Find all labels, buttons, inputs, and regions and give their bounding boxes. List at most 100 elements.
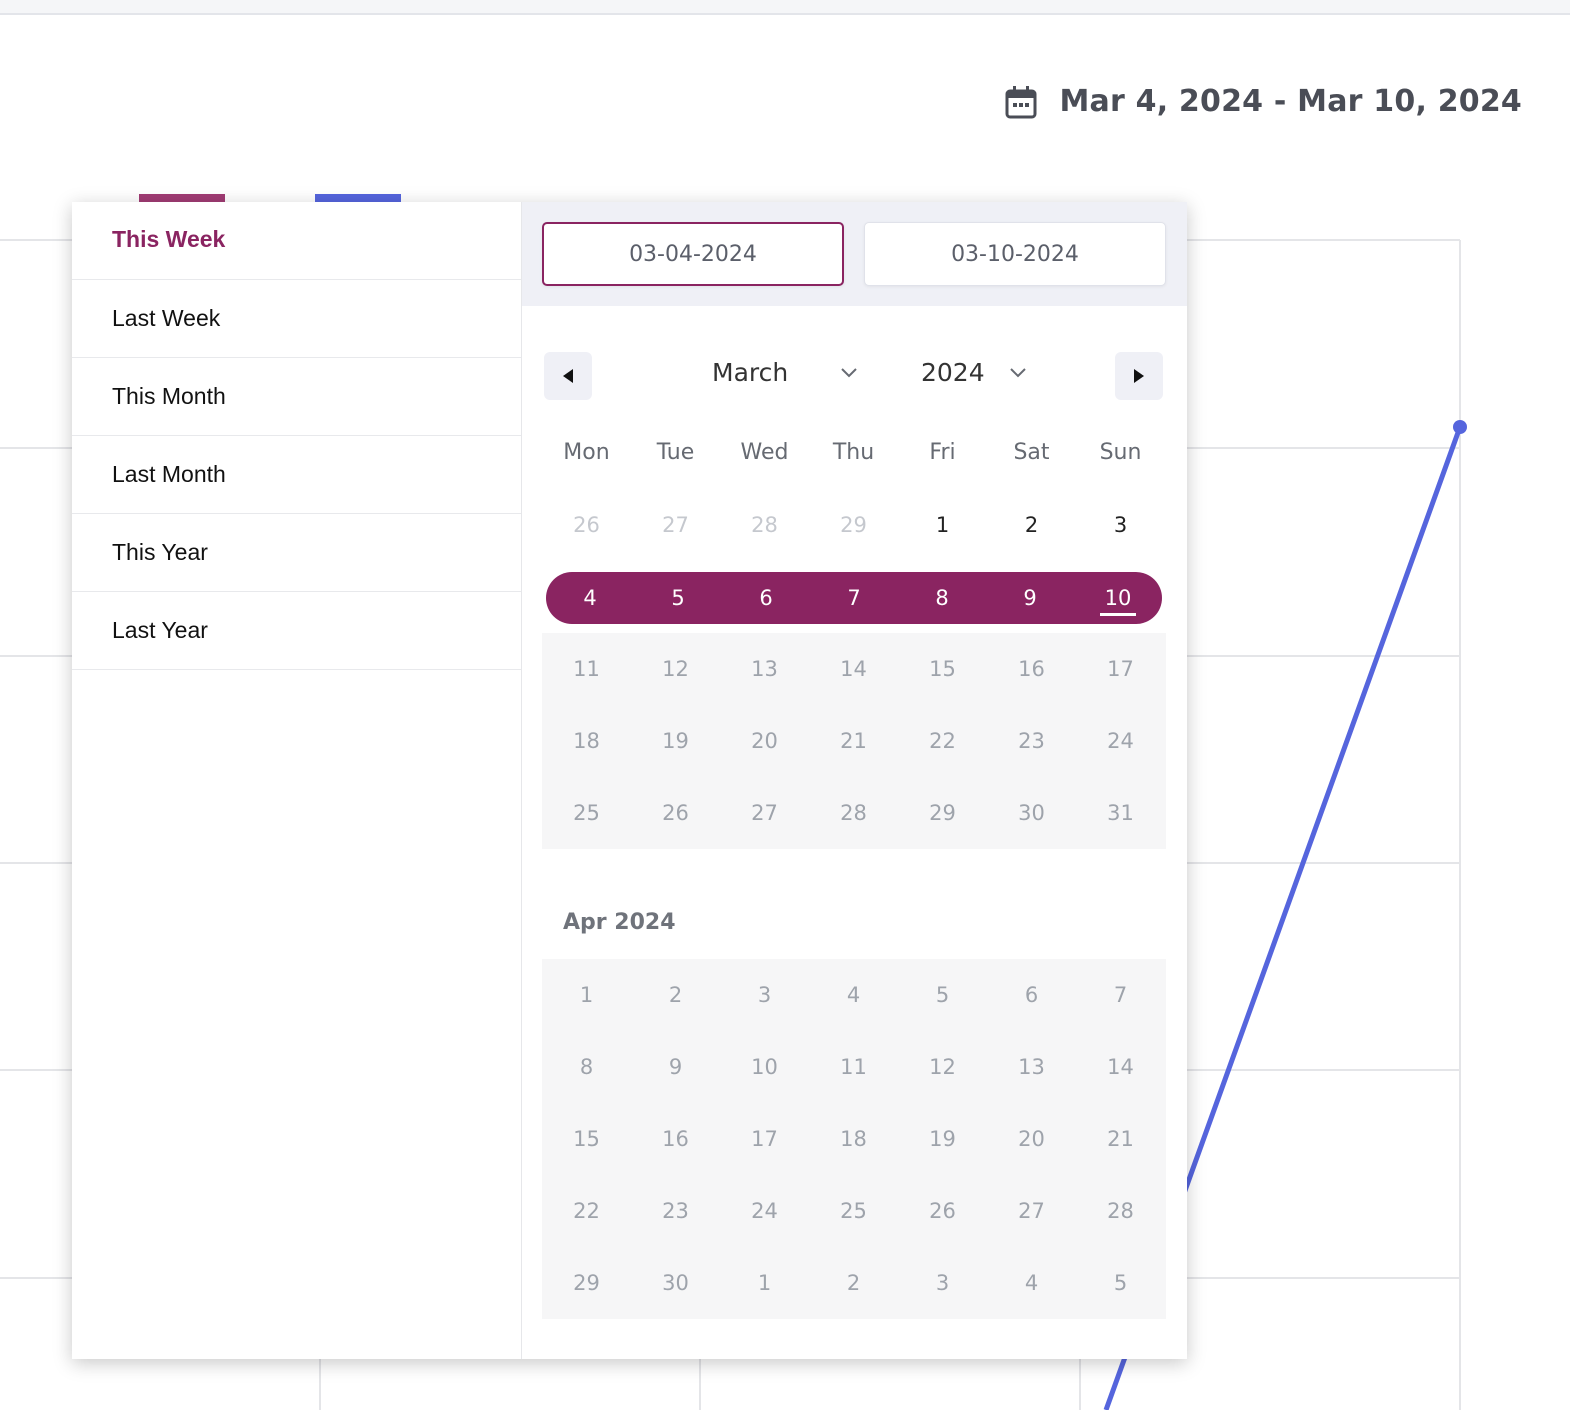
selected-day-cell[interactable]: 6 <box>722 572 810 624</box>
day-cell[interactable]: 21 <box>1076 1103 1165 1175</box>
day-cell[interactable]: 25 <box>809 1175 898 1247</box>
day-cell[interactable]: 5 <box>1076 1247 1165 1319</box>
day-cell[interactable]: 29 <box>898 777 987 849</box>
preset-last-year[interactable]: Last Year <box>72 592 521 670</box>
day-cell[interactable]: 29 <box>809 489 898 561</box>
april-week-1: 1 2 3 4 5 6 7 <box>542 959 1166 1031</box>
selected-day-cell[interactable]: 8 <box>898 572 986 624</box>
selected-day-cell[interactable]: 4 <box>546 572 634 624</box>
day-cell[interactable]: 22 <box>898 705 987 777</box>
date-inputs-bar: 03-04-2024 03-10-2024 <box>522 202 1187 306</box>
day-cell[interactable]: 20 <box>720 705 809 777</box>
preset-last-week[interactable]: Last Week <box>72 280 521 358</box>
day-cell[interactable]: 2 <box>987 489 1076 561</box>
day-cell[interactable]: 26 <box>542 489 631 561</box>
date-range-text: Mar 4, 2024 - Mar 10, 2024 <box>1059 84 1522 119</box>
day-cell[interactable]: 24 <box>1076 705 1165 777</box>
day-cell[interactable]: 23 <box>631 1175 720 1247</box>
preset-this-year[interactable]: This Year <box>72 514 521 592</box>
day-cell[interactable]: 18 <box>809 1103 898 1175</box>
day-cell[interactable]: 4 <box>809 959 898 1031</box>
day-cell[interactable]: 12 <box>631 633 720 705</box>
march-week-4: 18 19 20 21 22 23 24 <box>542 705 1166 777</box>
weekday-label: Sat <box>1013 440 1050 465</box>
calendar-panel: 03-04-2024 03-10-2024 March 2024 Mon Tue… <box>522 202 1187 1359</box>
chevron-down-icon <box>1009 367 1026 377</box>
april-week-2: 8 9 10 11 12 13 14 <box>542 1031 1166 1103</box>
day-cell[interactable]: 19 <box>631 705 720 777</box>
day-cell[interactable]: 9 <box>631 1031 720 1103</box>
march-week-5: 25 26 27 28 29 30 31 <box>542 777 1166 849</box>
day-cell[interactable]: 6 <box>987 959 1076 1031</box>
day-cell[interactable]: 18 <box>542 705 631 777</box>
month-select[interactable]: March <box>712 358 858 387</box>
day-cell[interactable]: 11 <box>542 633 631 705</box>
day-cell[interactable]: 16 <box>631 1103 720 1175</box>
day-cell[interactable]: 17 <box>720 1103 809 1175</box>
day-cell[interactable]: 27 <box>631 489 720 561</box>
selected-day-cell[interactable]: 9 <box>986 572 1074 624</box>
day-cell[interactable]: 15 <box>898 633 987 705</box>
day-cell[interactable]: 8 <box>542 1031 631 1103</box>
day-cell[interactable]: 11 <box>809 1031 898 1103</box>
day-cell[interactable]: 23 <box>987 705 1076 777</box>
day-cell[interactable]: 26 <box>631 777 720 849</box>
preset-this-month[interactable]: This Month <box>72 358 521 436</box>
day-cell[interactable]: 12 <box>898 1031 987 1103</box>
top-band <box>0 0 1570 15</box>
day-cell[interactable]: 15 <box>542 1103 631 1175</box>
today-day-cell[interactable]: 10 <box>1074 572 1162 624</box>
next-month-label: Apr 2024 <box>563 910 676 935</box>
day-cell[interactable]: 3 <box>720 959 809 1031</box>
day-cell[interactable]: 1 <box>542 959 631 1031</box>
day-cell[interactable]: 1 <box>720 1247 809 1319</box>
preset-this-week[interactable]: This Week <box>72 202 521 280</box>
day-cell[interactable]: 30 <box>631 1247 720 1319</box>
day-cell[interactable]: 16 <box>987 633 1076 705</box>
day-cell[interactable]: 5 <box>898 959 987 1031</box>
day-cell[interactable]: 4 <box>987 1247 1076 1319</box>
day-cell[interactable]: 28 <box>809 777 898 849</box>
day-cell[interactable]: 28 <box>1076 1175 1165 1247</box>
prev-month-button[interactable] <box>544 352 592 400</box>
day-cell[interactable]: 29 <box>542 1247 631 1319</box>
day-cell[interactable]: 22 <box>542 1175 631 1247</box>
day-cell[interactable]: 3 <box>1076 489 1165 561</box>
day-cell[interactable]: 14 <box>809 633 898 705</box>
day-cell[interactable]: 27 <box>987 1175 1076 1247</box>
preset-last-month[interactable]: Last Month <box>72 436 521 514</box>
day-cell[interactable]: 26 <box>898 1175 987 1247</box>
day-cell[interactable]: 7 <box>1076 959 1165 1031</box>
weekday-label: Sun <box>1099 440 1142 465</box>
day-cell[interactable]: 28 <box>720 489 809 561</box>
day-cell[interactable]: 31 <box>1076 777 1165 849</box>
day-cell[interactable]: 10 <box>720 1031 809 1103</box>
weekday-label: Mon <box>563 440 610 465</box>
day-cell[interactable]: 30 <box>987 777 1076 849</box>
start-date-input[interactable]: 03-04-2024 <box>542 222 844 286</box>
date-picker-popup: This Week Last Week This Month Last Mont… <box>72 202 1187 1359</box>
day-cell[interactable]: 17 <box>1076 633 1165 705</box>
date-range-trigger[interactable]: Mar 4, 2024 - Mar 10, 2024 <box>1005 84 1522 119</box>
day-cell[interactable]: 13 <box>720 633 809 705</box>
year-select[interactable]: 2024 <box>921 358 1027 387</box>
april-week-3: 15 16 17 18 19 20 21 <box>542 1103 1166 1175</box>
day-cell[interactable]: 27 <box>720 777 809 849</box>
day-cell[interactable]: 14 <box>1076 1031 1165 1103</box>
day-cell[interactable]: 24 <box>720 1175 809 1247</box>
end-date-input[interactable]: 03-10-2024 <box>864 222 1166 286</box>
day-cell[interactable]: 19 <box>898 1103 987 1175</box>
day-cell[interactable]: 1 <box>898 489 987 561</box>
day-cell[interactable]: 20 <box>987 1103 1076 1175</box>
day-cell[interactable]: 25 <box>542 777 631 849</box>
caret-left-icon <box>563 369 573 383</box>
day-cell[interactable]: 13 <box>987 1031 1076 1103</box>
day-cell[interactable]: 2 <box>809 1247 898 1319</box>
day-cell[interactable]: 2 <box>631 959 720 1031</box>
next-month-button[interactable] <box>1115 352 1163 400</box>
day-cell[interactable]: 21 <box>809 705 898 777</box>
selected-day-cell[interactable]: 5 <box>634 572 722 624</box>
day-cell[interactable]: 3 <box>898 1247 987 1319</box>
selected-day-cell[interactable]: 7 <box>810 572 898 624</box>
march-week-1: 26 27 28 29 1 2 3 <box>542 489 1166 561</box>
